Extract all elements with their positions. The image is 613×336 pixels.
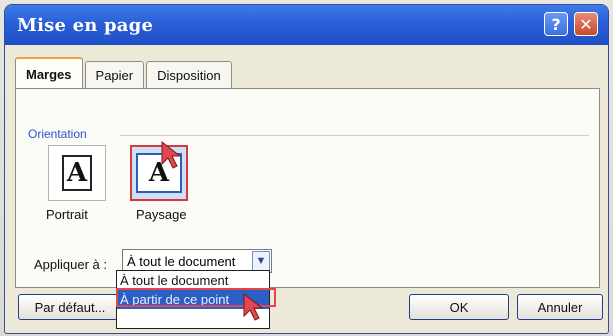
dialog-title: Mise en page: [17, 14, 154, 36]
close-button[interactable]: ✕: [574, 12, 598, 36]
paysage-label: Paysage: [136, 207, 187, 222]
orientation-divider: [120, 135, 589, 136]
tab-disposition[interactable]: Disposition: [146, 61, 232, 89]
mouse-cursor-icon: [243, 292, 264, 321]
help-button[interactable]: ?: [544, 12, 568, 36]
portrait-page-icon: A: [62, 155, 92, 191]
page-setup-dialog: Mise en page ? ✕ Marges Papier Dispositi…: [4, 4, 609, 334]
portrait-glyph: A: [66, 158, 88, 188]
tab-papier[interactable]: Papier: [84, 61, 145, 89]
portrait-option[interactable]: A: [48, 145, 106, 201]
portrait-label: Portrait: [46, 207, 88, 222]
mouse-cursor-icon: [161, 140, 182, 169]
apply-to-label: Appliquer à :: [34, 257, 107, 272]
cancel-button[interactable]: Annuler: [517, 294, 603, 320]
dropdown-option-whole-document[interactable]: À tout le document: [117, 271, 269, 290]
default-button[interactable]: Par défaut...: [18, 294, 122, 320]
tab-panel-marges: Orientation A A Portrait Paysage Appliqu…: [15, 88, 600, 288]
ok-button[interactable]: OK: [409, 294, 509, 320]
title-bar[interactable]: Mise en page ? ✕: [5, 5, 608, 45]
orientation-group-label: Orientation: [28, 127, 87, 141]
tab-marges[interactable]: Marges: [15, 57, 83, 89]
tab-strip: Marges Papier Disposition: [15, 57, 234, 89]
chevron-down-icon[interactable]: ▼: [252, 251, 270, 271]
apply-to-value: À tout le document: [127, 253, 236, 269]
